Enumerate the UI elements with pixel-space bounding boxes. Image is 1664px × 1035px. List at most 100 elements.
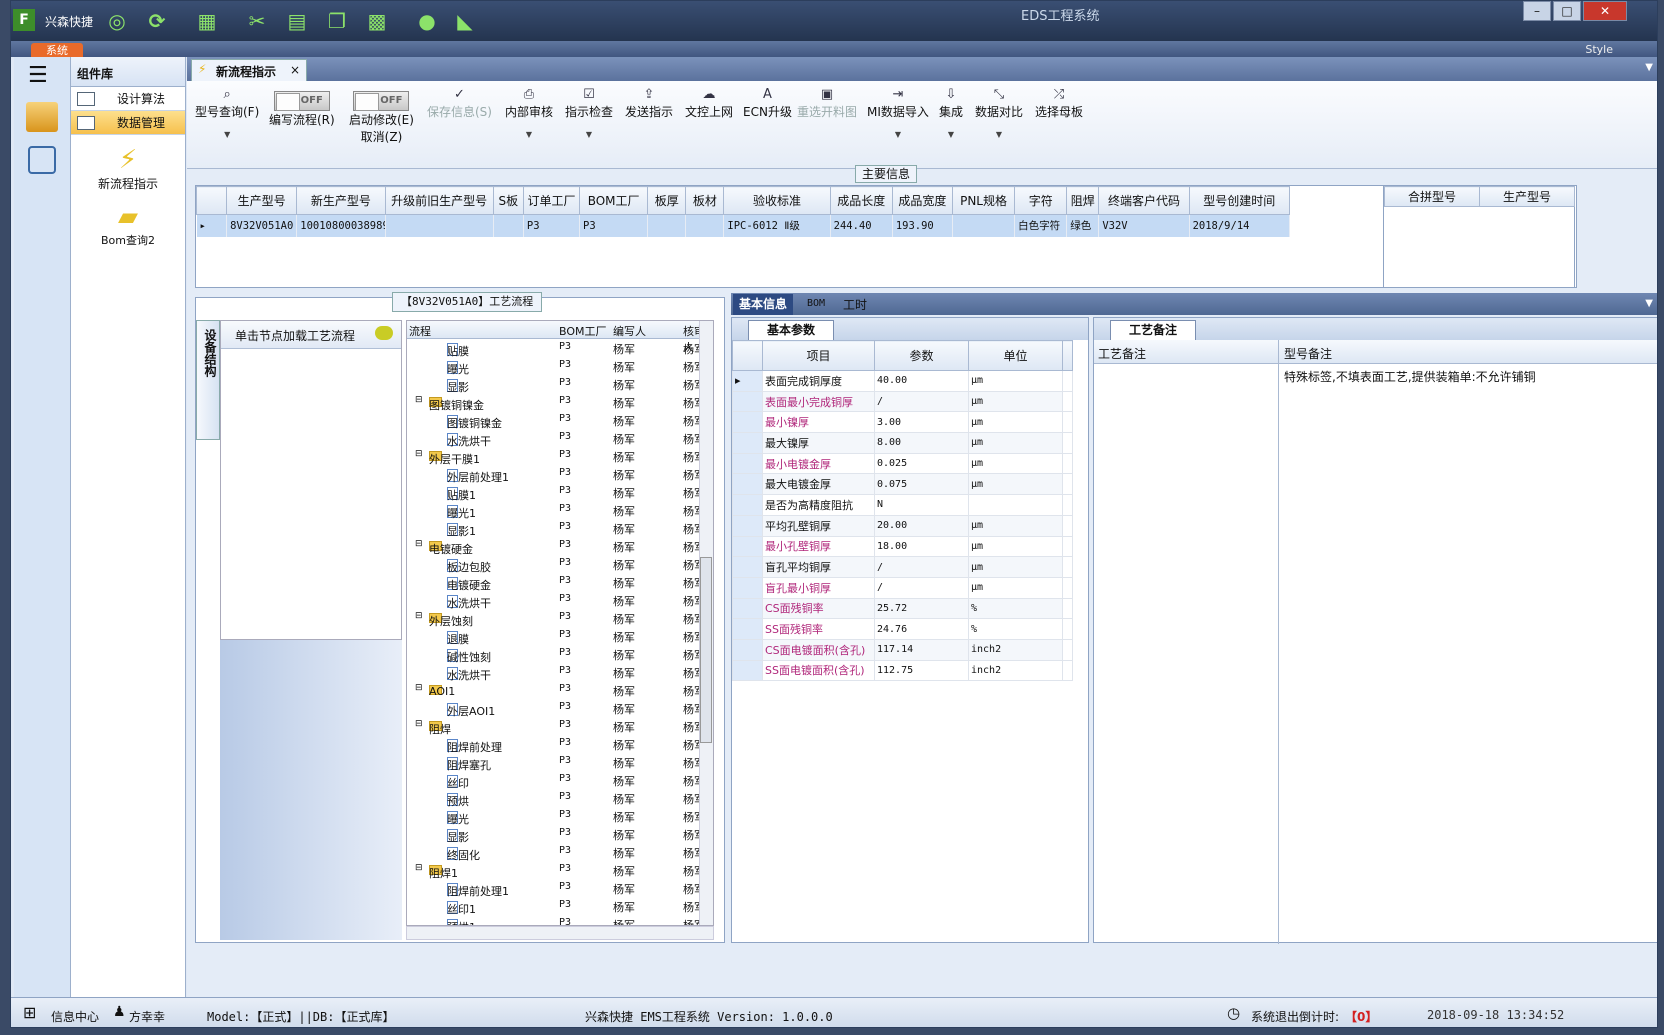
list-item[interactable]: 贴膜 P3 杨军 杨军 xyxy=(407,339,713,358)
row-selector[interactable] xyxy=(732,597,763,620)
cell[interactable]: 白色字符 xyxy=(1014,214,1068,237)
cancel-button[interactable]: 取消(Z) xyxy=(361,130,403,144)
list-item[interactable]: 阻焊前处理1 P3 杨军 杨军 xyxy=(407,879,713,898)
column-header[interactable]: 合拼型号 xyxy=(1384,186,1480,207)
cell[interactable]: IPC-6012 Ⅱ级 xyxy=(723,214,831,237)
cell[interactable] xyxy=(493,214,524,237)
search-icon[interactable]: ◎ xyxy=(103,7,131,35)
column-header[interactable]: 编写人 xyxy=(613,323,646,339)
row-selector[interactable]: ▸ xyxy=(732,370,763,392)
column-header[interactable]: 验收标准 xyxy=(723,186,831,215)
table-row[interactable]: 最小镍厚 3.00 μm xyxy=(732,411,1073,434)
table-row[interactable]: 表面最小完成铜厚 / μm xyxy=(732,390,1073,413)
column-header[interactable]: 成品长度 xyxy=(829,186,893,215)
list-item[interactable]: 水洗烘干 P3 杨军 杨军 xyxy=(407,429,713,448)
column-header[interactable]: 终端客户代码 xyxy=(1098,186,1190,215)
table-row[interactable]: SS面残铜率 24.76% xyxy=(732,618,1073,640)
param-value[interactable]: 40.00 xyxy=(874,370,969,392)
table-icon[interactable]: ▦ xyxy=(193,7,221,35)
list-item[interactable]: 退膜 P3 杨军 杨军 xyxy=(407,627,713,646)
list-item[interactable]: ⊟ 图镀铜镍金 P3 杨军 杨军 xyxy=(407,393,713,412)
list-item[interactable]: 水洗烘干 P3 杨军 杨军 xyxy=(407,663,713,682)
column-header[interactable]: 升级前旧生产型号 xyxy=(384,186,494,215)
close-button[interactable]: ✕ xyxy=(1583,1,1627,21)
list-item[interactable]: 终固化 P3 杨军 杨军 xyxy=(407,843,713,862)
param-value[interactable]: 8.00 xyxy=(874,432,969,454)
menu-icon[interactable]: ☰ xyxy=(28,63,70,88)
param-value[interactable]: 3.00 xyxy=(874,411,969,434)
row-selector[interactable] xyxy=(732,473,763,496)
column-header[interactable]: 参数 xyxy=(874,340,969,371)
list-item[interactable]: ⊟ 电镀硬金 P3 杨军 杨军 xyxy=(407,537,713,556)
data-compare-button[interactable]: ⤡ 数据对比 ▼ xyxy=(975,87,1023,139)
row-selector[interactable] xyxy=(732,556,763,578)
list-item[interactable]: ⊟ 外层蚀刻 P3 杨军 杨军 xyxy=(407,609,713,628)
cell[interactable]: 193.90 xyxy=(892,214,953,237)
list-item[interactable]: 水洗烘干 P3 杨军 杨军 xyxy=(407,591,713,610)
list-item[interactable]: 板边包胶 P3 杨军 杨军 xyxy=(407,555,713,574)
table-row[interactable]: 最小孔壁铜厚 18.00 μm xyxy=(732,535,1073,558)
cell[interactable]: 8V32V051A0 xyxy=(226,214,298,237)
param-value[interactable]: 112.75 xyxy=(874,659,969,682)
collapse-icon[interactable]: ⊟ xyxy=(415,611,423,621)
cell[interactable]: P3 xyxy=(523,214,581,237)
param-value[interactable]: / xyxy=(874,556,969,578)
param-value[interactable]: / xyxy=(874,390,969,413)
scissors-icon[interactable]: ✂ xyxy=(243,7,271,35)
param-value[interactable]: 117.14 xyxy=(874,638,969,661)
column-header[interactable]: 项目 xyxy=(762,340,875,371)
table-row[interactable]: ▸ 8V32V051A0 10010800038989 P3 P3 IPC-60… xyxy=(196,214,1291,237)
table-row[interactable]: SS面电镀面积(含孔) 112.75 inch2 xyxy=(732,659,1073,682)
list-item[interactable]: 显影1 P3 杨军 杨军 xyxy=(407,519,713,538)
list-item[interactable]: 外层前处理1 P3 杨军 杨军 xyxy=(407,465,713,484)
column-header[interactable]: BOM工厂 xyxy=(579,186,649,215)
tool-icon[interactable] xyxy=(28,146,56,174)
collapse-icon[interactable]: ⊟ xyxy=(415,449,423,459)
tree-scroll-thumb[interactable] xyxy=(700,557,712,743)
tab-basic-info[interactable]: 基本信息 xyxy=(733,294,794,315)
param-value[interactable]: 24.76 xyxy=(874,618,969,640)
list-item[interactable]: 贴膜1 P3 杨军 杨军 xyxy=(407,483,713,502)
collapse-icon[interactable]: ⊟ xyxy=(415,863,423,873)
table-row[interactable]: 平均孔壁铜厚 20.00 μm xyxy=(732,514,1073,537)
row-selector[interactable] xyxy=(732,514,763,537)
param-value[interactable]: 0.075 xyxy=(874,473,969,496)
process-remarks-tab[interactable]: 工艺备注 xyxy=(1110,320,1197,340)
refresh-icon[interactable]: ⟳ xyxy=(143,7,171,35)
row-selector[interactable] xyxy=(732,390,763,413)
list-item[interactable]: 丝印 P3 杨军 杨军 xyxy=(407,771,713,790)
tree-horizontal-scrollbar[interactable] xyxy=(406,926,714,940)
table-row[interactable]: ▸ 表面完成铜厚度 40.00 μm xyxy=(732,370,1073,392)
collapse-icon[interactable]: ⊟ xyxy=(415,683,423,693)
maximize-button[interactable]: □ xyxy=(1553,1,1581,21)
column-header[interactable]: 字符 xyxy=(1014,186,1068,215)
row-selector[interactable] xyxy=(732,618,763,640)
row-selector[interactable] xyxy=(732,659,763,682)
select-motherboard-button[interactable]: ⤮ 选择母板 xyxy=(1035,87,1083,120)
nav-new-flow[interactable]: ⚡ 新流程指示 xyxy=(71,145,185,192)
send-instruction-button[interactable]: ⇪ 发送指示 xyxy=(625,87,673,120)
model-remark-text[interactable]: 特殊标签,不填表面工艺,提供装箱单:不允许铺铜 xyxy=(1284,368,1536,385)
cell[interactable]: P3 xyxy=(579,214,649,237)
param-value[interactable]: 25.72 xyxy=(874,597,969,620)
list-item[interactable]: 显影 P3 杨军 杨军 xyxy=(407,375,713,394)
collapse-icon[interactable]: ⊟ xyxy=(415,395,423,405)
close-tab-icon[interactable]: × xyxy=(290,63,300,77)
table-row[interactable]: 最大镍厚 8.00 μm xyxy=(732,432,1073,454)
param-value[interactable]: 0.025 xyxy=(874,452,969,475)
yx-logo-icon[interactable] xyxy=(26,102,58,132)
column-header[interactable]: 生产型号 xyxy=(1479,186,1575,207)
cell[interactable]: 10010800038989 xyxy=(296,214,386,237)
table-row[interactable]: 是否为高精度阻抗 N xyxy=(732,494,1073,516)
column-header[interactable]: 订单工厂 xyxy=(522,186,581,215)
list-item[interactable]: 曝光1 P3 杨军 杨军 xyxy=(407,501,713,520)
list-item[interactable]: 显影 P3 杨军 杨军 xyxy=(407,825,713,844)
list-item[interactable]: 图镀铜镍金 P3 杨军 杨军 xyxy=(407,411,713,430)
start-edit-toggle[interactable]: OFF 启动修改(E) 取消(Z) xyxy=(349,91,414,145)
tab-new-flow[interactable]: ⚡ 新流程指示 × xyxy=(191,59,307,81)
chevron-down-icon[interactable]: ▼ xyxy=(1645,62,1653,73)
list-item[interactable]: 丝印1 P3 杨军 杨军 xyxy=(407,897,713,916)
user-icon[interactable]: ● xyxy=(413,7,441,35)
doc-control-online-button[interactable]: ☁ 文控上网 xyxy=(685,87,733,120)
list-item[interactable]: 阻焊塞孔 P3 杨军 杨军 xyxy=(407,753,713,772)
